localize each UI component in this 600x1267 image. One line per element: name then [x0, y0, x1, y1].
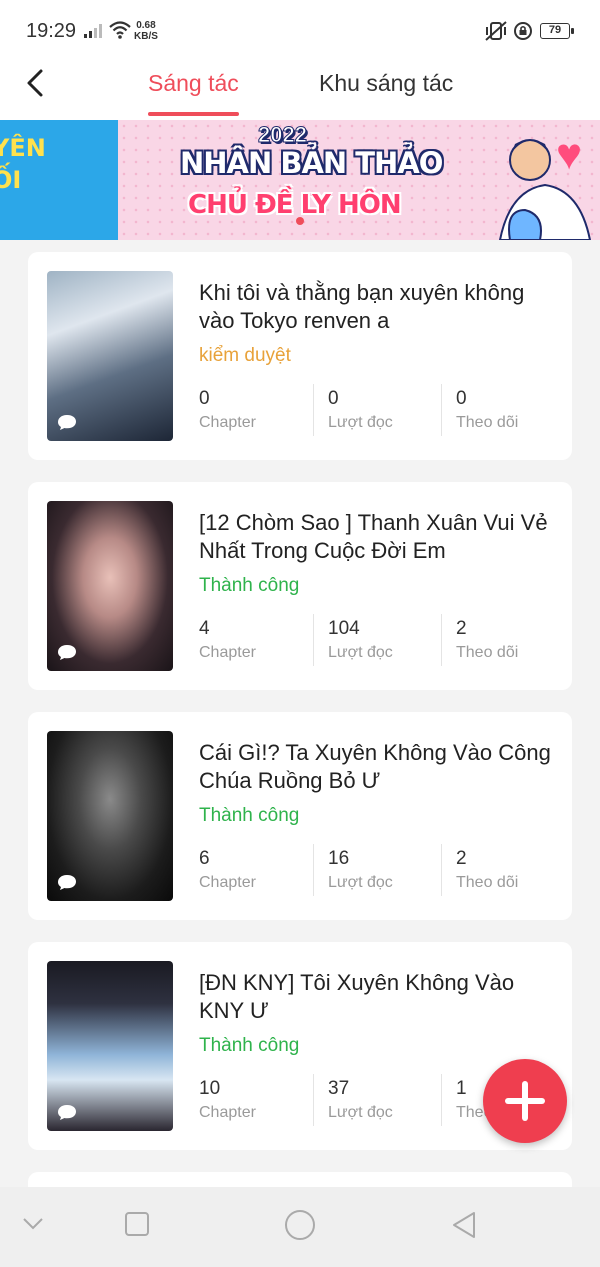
cellular-signal-icon	[84, 24, 102, 38]
stat-chapters: 4 Chapter	[199, 618, 256, 661]
banner-subheadline: CHỦ ĐỀ LY HÔN	[188, 190, 402, 220]
story-stats: 4 Chapter 104 Lượt đọc 2 Theo dõi	[199, 614, 559, 666]
stat-chapters: 6 Chapter	[199, 848, 256, 891]
story-status: Thành công	[199, 575, 300, 596]
back-arrow-icon[interactable]	[22, 68, 52, 98]
comment-bubble-icon	[58, 1105, 76, 1120]
tab-sang-tac[interactable]: Sáng tác	[148, 70, 239, 97]
stat-follows: 0 Theo dõi	[441, 384, 561, 436]
banner-previous-slide: YÊN ỐI	[0, 120, 118, 240]
stat-follows: 2 Theo dõi	[441, 614, 561, 666]
banner-current-slide: 2022 NHÂN BẢN THẢO CHỦ ĐỀ LY HÔN ♥	[118, 120, 600, 240]
promo-banner[interactable]: YÊN ỐI 2022 NHÂN BẢN THẢO CHỦ ĐỀ LY HÔN …	[0, 120, 600, 240]
vibrate-mode-icon	[485, 21, 507, 41]
back-triangle-icon[interactable]	[450, 1211, 478, 1239]
story-title: [ĐN KNY] Tôi Xuyên Không Vào KNY Ư	[199, 970, 515, 1023]
banner-illustration	[498, 139, 592, 240]
banner-year: 2022	[258, 122, 308, 148]
top-nav: Sáng tác Khu sáng tác	[0, 60, 600, 120]
story-card[interactable]: [12 Chòm Sao ] Thanh Xuân Vui Vẻ Nhất Tr…	[28, 482, 572, 690]
stat-reads: 37 Lượt đọc	[313, 1074, 433, 1126]
story-title: Khi tôi và thằng bạn xuyên không vào Tok…	[199, 280, 525, 333]
story-card[interactable]: Khi tôi và thằng bạn xuyên không vào Tok…	[28, 252, 572, 460]
story-stats: 0 Chapter 0 Lượt đọc 0 Theo dõi	[199, 384, 559, 436]
story-status: kiểm duyệt	[199, 345, 291, 366]
stat-follows: 2 Theo dõi	[441, 844, 561, 896]
stat-reads: 0 Lượt đọc	[313, 384, 433, 436]
comment-bubble-icon	[58, 875, 76, 890]
system-nav-bar	[0, 1187, 600, 1267]
story-title: Cái Gì!? Ta Xuyên Không Vào Công Chúa Ru…	[199, 740, 551, 793]
clock: 19:29	[26, 20, 77, 42]
story-card[interactable]: Cái Gì!? Ta Xuyên Không Vào Công Chúa Ru…	[28, 712, 572, 920]
story-status: Thành công	[199, 805, 300, 826]
status-bar: 19:29 0.68 KB/S 79	[0, 0, 600, 60]
wifi-icon	[109, 21, 131, 39]
rotation-lock-icon	[514, 22, 532, 40]
stat-reads: 104 Lượt đọc	[313, 614, 433, 666]
recent-apps-icon[interactable]	[124, 1211, 150, 1237]
network-speed: 0.68 KB/S	[134, 20, 158, 42]
story-cover-image	[47, 501, 173, 671]
story-cover-image	[47, 271, 173, 441]
broken-heart-icon: ♥	[556, 130, 583, 179]
hide-nav-chevron-icon[interactable]	[22, 1217, 44, 1231]
comment-bubble-icon	[58, 645, 76, 660]
story-status: Thành công	[199, 1035, 300, 1056]
story-cover-image	[47, 731, 173, 901]
story-title: [12 Chòm Sao ] Thanh Xuân Vui Vẻ Nhất Tr…	[199, 510, 548, 563]
banner-headline: NHÂN BẢN THẢO	[180, 146, 443, 180]
stat-chapters: 10 Chapter	[199, 1078, 256, 1121]
active-tab-indicator	[148, 112, 239, 116]
tab-khu-sang-tac[interactable]: Khu sáng tác	[319, 70, 453, 97]
story-stats: 6 Chapter 16 Lượt đọc 2 Theo dõi	[199, 844, 559, 896]
comment-bubble-icon	[58, 415, 76, 430]
banner-page-indicator	[296, 217, 304, 225]
stat-chapters: 0 Chapter	[199, 388, 256, 431]
add-story-button[interactable]	[483, 1059, 567, 1143]
home-icon[interactable]	[284, 1209, 316, 1241]
battery-indicator: 79	[540, 23, 574, 39]
stat-reads: 16 Lượt đọc	[313, 844, 433, 896]
story-cover-image	[47, 961, 173, 1131]
